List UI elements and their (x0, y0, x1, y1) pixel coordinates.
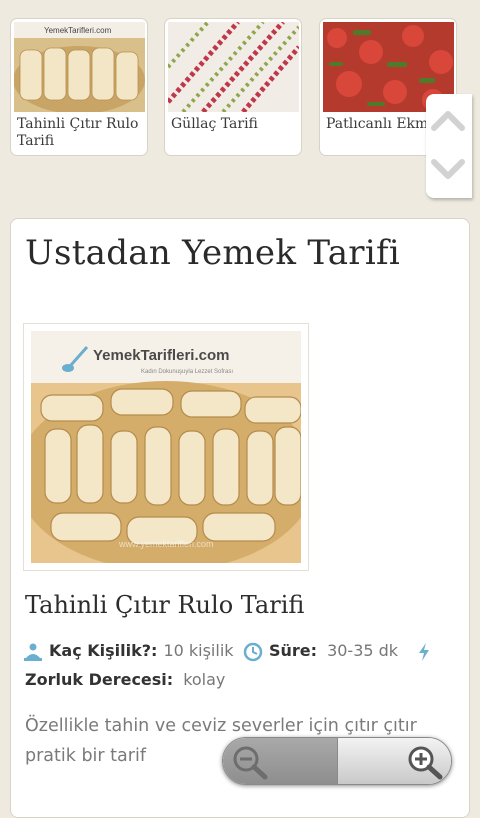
duration-info: Süre: 30-35 dk (243, 641, 437, 662)
recipe-article: Ustadan Yemek Tarifi YemekTarifleri.com … (10, 218, 470, 818)
svg-text:YemekTarifleri.com: YemekTarifleri.com (44, 26, 112, 35)
carousel-arrows (426, 94, 472, 198)
recipe-photo[interactable]: YemekTarifleri.com Kadın Dokunuşuyla Lez… (31, 331, 301, 563)
lightning-icon (419, 642, 430, 661)
recipe-title: Tahinli Çıtır Rulo Tarifi (25, 591, 305, 619)
page-title: Ustadan Yemek Tarifi (25, 233, 401, 273)
recipe-thumbnail: YemekTarifleri.com (14, 22, 145, 112)
servings-label: Kaç Kişilik?: (49, 641, 158, 660)
chevron-down-icon[interactable] (430, 152, 466, 188)
recipe-card[interactable]: Güllaç Tarifi (164, 18, 302, 156)
servings-value: 10 kişilik (163, 641, 234, 660)
recipe-thumbnail (168, 22, 299, 112)
photo-watermark: www.yemektarifleri.com (118, 539, 214, 549)
duration-label: Süre: (269, 641, 318, 660)
people-icon (24, 643, 42, 661)
zoom-control (222, 737, 452, 785)
recipe-photo-frame: YemekTarifleri.com Kadın Dokunuşuyla Lez… (23, 323, 309, 571)
zoom-in-icon (408, 746, 443, 780)
recipe-card-title: Tahinli Çıtır Rulo Tarifi (17, 116, 139, 149)
difficulty-info: Zorluk Derecesi: kolay (25, 670, 225, 689)
chevron-up-icon[interactable] (430, 102, 466, 138)
zoom-in-button[interactable] (337, 738, 451, 784)
recipe-carousel: YemekTarifleri.com Tahinli Çıtır Rulo Ta… (0, 0, 480, 210)
duration-value: 30-35 dk (327, 641, 399, 660)
zoom-out-button[interactable] (223, 738, 337, 784)
difficulty-label: Zorluk Derecesi: (25, 670, 174, 689)
photo-logo-subtext: Kadın Dokunuşuyla Lezzet Sofrası (141, 369, 233, 375)
difficulty-value: kolay (183, 670, 226, 689)
recipe-card[interactable]: YemekTarifleri.com Tahinli Çıtır Rulo Ta… (10, 18, 148, 156)
clock-icon (243, 642, 263, 661)
photo-logo-text: YemekTarifleri.com (93, 347, 229, 364)
servings-info: Kaç Kişilik?: 10 kişilik (23, 641, 234, 662)
zoom-out-icon (233, 746, 268, 780)
recipe-card-title: Güllaç Tarifi (171, 116, 258, 132)
